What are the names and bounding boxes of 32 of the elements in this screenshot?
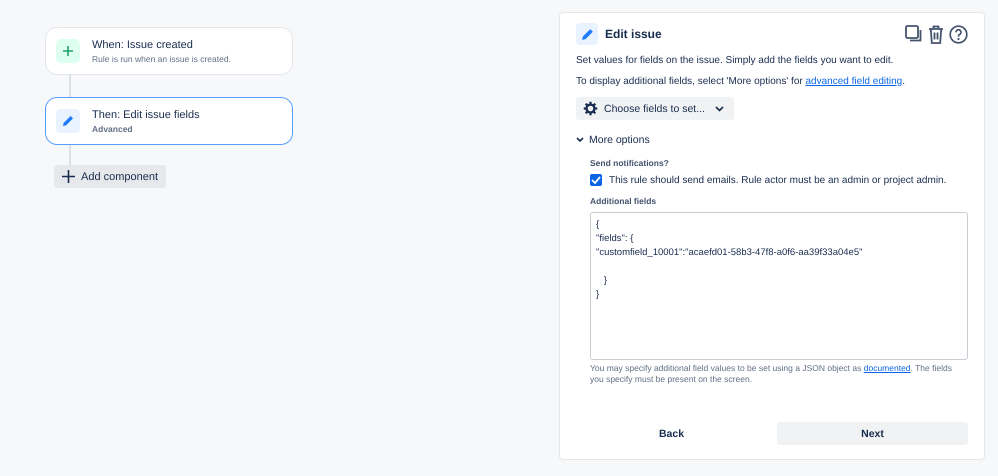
component-subtitle: Rule is run when an issue is created. [92,54,231,64]
plus-icon [62,45,74,57]
checkbox-label: This rule should send emails. Rule actor must be an admin or project admin. [609,174,946,186]
checkbox[interactable] [590,174,602,186]
copy-icon[interactable] [905,25,923,43]
component-title: Then: Edit issue fields [92,108,200,120]
panel-title: Edit issue [605,27,662,41]
rule-component-card[interactable]: When: Issue created Rule is run when an issue is created. [45,27,293,75]
advanced-field-editing-link[interactable]: advanced field editing [806,76,902,87]
hint-text: To display additional fields, select 'More options' for advanced field editing. [576,76,906,87]
help-text: You may specify additional field values to be set using a JSON object as documented. The fields you specify must be present on the screen. [590,363,953,385]
add-component-button[interactable]: Add component [54,165,166,188]
pencil-icon [580,26,594,42]
chevron-icon [576,137,584,143]
chevron-down-icon [714,106,724,112]
component-title: When: Issue created [92,38,194,50]
plus-icon [62,170,75,183]
description-text: Set values for fields on the issue. Simply add the fields you want to edit. [576,55,894,66]
pencil-icon [61,114,75,128]
more-options-toggle[interactable]: More options [576,134,650,146]
trash-icon[interactable] [928,24,944,44]
back-button[interactable]: Back [576,422,767,445]
next-button[interactable]: Next [777,422,968,445]
field-label: Send notifications? [590,158,670,168]
documented-link[interactable]: documented [864,363,911,373]
field-label: Additional fields [590,196,658,206]
choose-fields-button[interactable]: Choose fields to set... [576,97,734,120]
json-input-field[interactable]: { "fields": { "customfield_10001":"acaefd01-58b3-47f8-a0f6-aa39f33a04e5" } } [590,212,968,360]
gear-icon [583,101,598,116]
rule-component-card[interactable]: Then: Edit issue fields Advanced [45,97,293,145]
component-subtitle: Advanced [92,124,134,134]
help-icon[interactable] [949,24,968,44]
